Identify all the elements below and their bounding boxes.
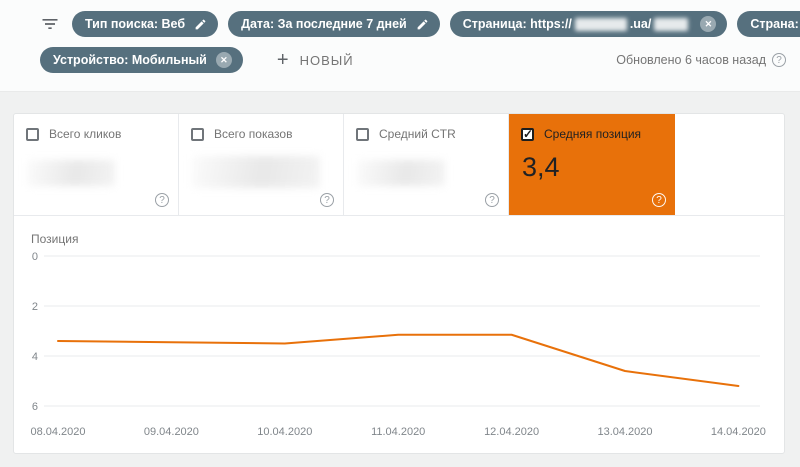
edit-icon[interactable] [194,18,207,31]
filter-chip-label: Устройство: Мобильный [53,53,207,67]
filter-bar: Тип поиска: Веб Дата: За последние 7 дне… [0,0,800,92]
help-icon[interactable] [772,53,786,67]
line-chart-canvas: 0 2 4 6 08.04.2020 09.04.2020 10.04.2020 11.04.… [30,251,766,438]
filter-chip-label-prefix: Страница: https:// [462,17,572,31]
metric-card-position[interactable]: Средняя позиция 3,4 [509,114,675,215]
checkbox-icon[interactable] [191,127,204,141]
help-icon[interactable] [320,193,334,207]
edit-icon[interactable] [416,18,429,31]
cards-empty-space [675,114,784,215]
filter-chip-page[interactable]: Страница: https:// .ua/ [449,11,728,37]
metric-label: Всего кликов [49,127,122,141]
y-axis-tick: 0 [32,251,38,263]
redacted-url-path [654,17,689,31]
metric-card-impressions[interactable]: Всего показов [179,114,344,215]
close-icon[interactable] [215,52,232,68]
updated-text: Обновлено 6 часов назад [616,53,766,67]
help-icon[interactable] [485,193,499,207]
y-axis-tick: 4 [32,351,38,363]
y-axis-tick: 6 [32,401,38,413]
x-axis-label: 12.04.2020 [484,426,539,438]
updated-status: Обновлено 6 часов назад [616,53,786,67]
metric-card-ctr[interactable]: Средний CTR [344,114,509,215]
close-icon[interactable] [700,16,717,32]
metric-label: Всего показов [214,127,293,141]
x-axis-label: 09.04.2020 [144,426,199,438]
redacted-url-domain [574,17,627,31]
filter-chip-label-suffix: .ua/ [629,17,652,31]
metric-cards-row: Всего кликов Всего показов Средний CTR [14,114,784,216]
redacted-metric-value [357,160,445,186]
plus-icon: + [276,48,289,71]
filter-chip-country[interactable]: Страна: Украина [737,11,800,37]
checkbox-checked-icon[interactable] [521,127,534,141]
x-axis-label: 13.04.2020 [597,426,652,438]
x-axis-label: 08.04.2020 [30,426,85,438]
filter-list-icon[interactable] [40,14,60,34]
checkbox-icon[interactable] [356,127,369,141]
filter-chip-label: Дата: За последние 7 дней [241,17,407,31]
checkbox-icon[interactable] [26,127,39,141]
redacted-metric-value [192,156,320,188]
filter-chip-label: Тип поиска: Веб [85,17,186,31]
redacted-metric-value [27,160,115,186]
filter-chip-search-type[interactable]: Тип поиска: Веб [72,11,219,37]
x-axis-label: 10.04.2020 [257,426,312,438]
help-icon[interactable] [652,193,666,207]
filter-chip-date[interactable]: Дата: За последние 7 дней [228,11,440,37]
position-chart: Позиция 0 2 4 6 08.04.2020 09.04.2020 10.04.20… [14,216,784,453]
metric-label: Средний CTR [379,127,456,141]
new-filter-button[interactable]: + НОВЫЙ [277,49,354,72]
filter-row-2: Устройство: Мобильный + НОВЫЙ Обновлено … [40,47,786,73]
metric-card-clicks[interactable]: Всего кликов [14,114,179,215]
filter-row-1: Тип поиска: Веб Дата: За последние 7 дне… [40,11,800,37]
x-axis-label: 14.04.2020 [711,426,766,438]
performance-panel: Всего кликов Всего показов Средний CTR [13,113,785,454]
filter-chip-device[interactable]: Устройство: Мобильный [40,47,243,73]
position-line-series [57,333,740,387]
metric-value: 3,4 [522,152,560,182]
filter-chip-label: Страна: Украина [750,17,800,31]
y-axis-tick: 2 [32,301,38,313]
help-icon[interactable] [155,193,169,207]
metric-label: Средняя позиция [544,127,642,141]
new-filter-label: НОВЫЙ [299,52,354,68]
x-axis-label: 11.04.2020 [371,426,425,438]
